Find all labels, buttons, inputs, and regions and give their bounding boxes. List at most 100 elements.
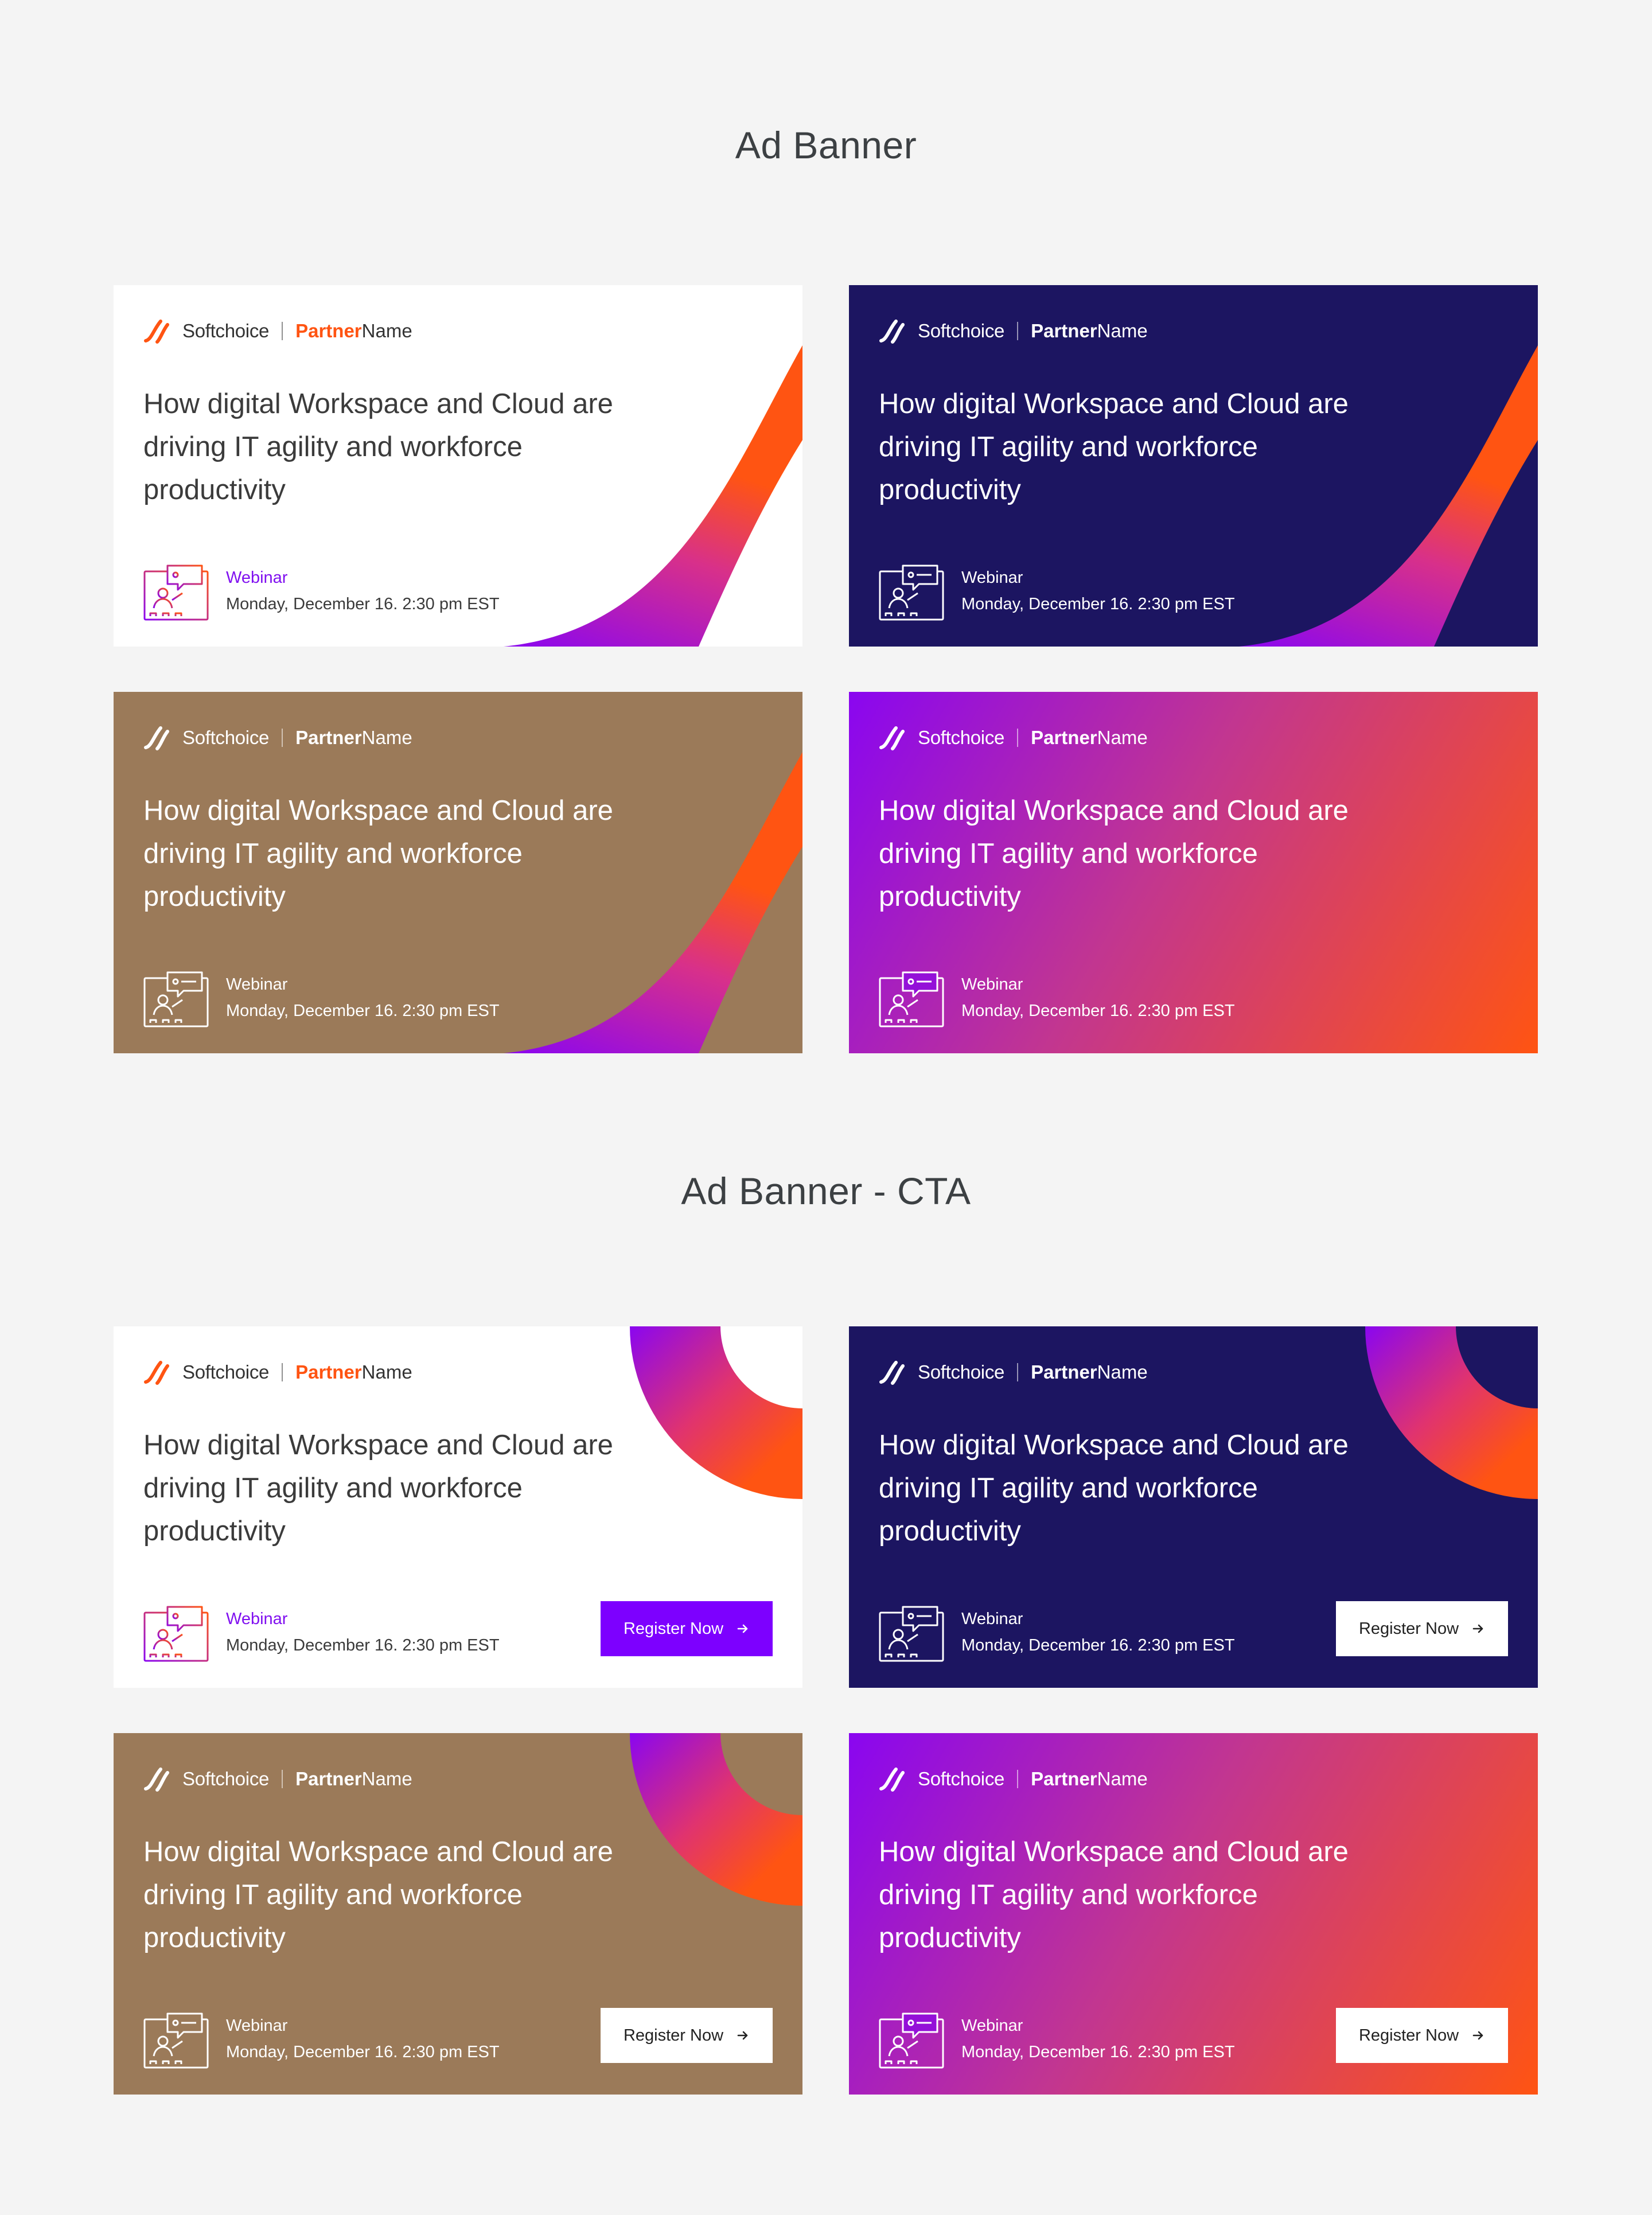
event-type-label: Webinar bbox=[961, 569, 1023, 587]
event-type-label: Webinar bbox=[226, 975, 288, 994]
ad-banner-white[interactable]: Softchoice PartnerName How digital Works… bbox=[114, 285, 802, 647]
softchoice-logo-text: Softchoice bbox=[918, 727, 1005, 748]
logo-divider bbox=[1017, 322, 1019, 340]
event-type-label: Webinar bbox=[961, 975, 1023, 994]
softchoice-logo-text: Softchoice bbox=[918, 1361, 1005, 1383]
logo-divider bbox=[282, 1770, 283, 1788]
partner-name-bold: Partner bbox=[295, 1768, 362, 1789]
partner-name-bold: Partner bbox=[295, 727, 362, 748]
section-title-ad-banner: Ad Banner bbox=[735, 124, 917, 166]
logo-divider bbox=[282, 729, 283, 747]
register-now-button[interactable]: Register Now bbox=[1336, 1601, 1508, 1656]
softchoice-logo-text: Softchoice bbox=[918, 1768, 1005, 1789]
event-date-label: Monday, December 16. 2:30 pm EST bbox=[961, 2043, 1235, 2061]
softchoice-swoosh-icon bbox=[879, 1361, 905, 1385]
section-title-ad-banner-cta: Ad Banner - CTA bbox=[681, 1170, 971, 1212]
ad-banner-navy[interactable]: Softchoice PartnerName How digital Works… bbox=[849, 285, 1538, 647]
partner-name-light: Name bbox=[361, 320, 412, 341]
event-date-label: Monday, December 16. 2:30 pm EST bbox=[226, 1636, 500, 1655]
banner-headline: How digital Workspace and Cloud are driv… bbox=[143, 1836, 613, 1953]
partner-name-light: Name bbox=[1097, 727, 1148, 748]
softchoice-logo-text: Softchoice bbox=[182, 727, 270, 748]
webinar-presenter-icon bbox=[879, 2012, 944, 2069]
register-now-label: Register Now bbox=[623, 2026, 724, 2045]
cta-banner-white[interactable]: Softchoice PartnerName How digital Works… bbox=[114, 1326, 802, 1688]
logo-divider bbox=[1017, 1363, 1019, 1381]
partner-name-light: Name bbox=[1097, 1768, 1148, 1789]
banner-headline: How digital Workspace and Cloud are driv… bbox=[879, 795, 1349, 912]
event-date-label: Monday, December 16. 2:30 pm EST bbox=[961, 1636, 1235, 1655]
softchoice-swoosh-icon bbox=[144, 1361, 169, 1385]
event-date-label: Monday, December 16. 2:30 pm EST bbox=[226, 595, 500, 613]
register-now-label: Register Now bbox=[623, 1619, 724, 1638]
partner-name-light: Name bbox=[1097, 320, 1148, 341]
brand-lockup: Softchoice PartnerName bbox=[143, 1356, 412, 1388]
register-now-label: Register Now bbox=[1358, 2026, 1459, 2045]
softchoice-swoosh-icon bbox=[144, 726, 169, 750]
logo-divider bbox=[1017, 1770, 1019, 1788]
register-now-label: Register Now bbox=[1358, 1619, 1459, 1638]
cta-banner-navy[interactable]: Softchoice PartnerName How digital Works… bbox=[849, 1326, 1538, 1688]
event-type-label: Webinar bbox=[961, 1610, 1023, 1628]
ad-banner-brown[interactable]: Softchoice PartnerName How digital Works… bbox=[114, 692, 802, 1053]
register-now-button[interactable]: Register Now bbox=[601, 1601, 773, 1656]
arrow-right-icon bbox=[1472, 2031, 1483, 2040]
banner-headline: How digital Workspace and Cloud are driv… bbox=[879, 1836, 1349, 1953]
event-type-label: Webinar bbox=[226, 1610, 288, 1628]
partner-name-bold: Partner bbox=[1031, 1361, 1097, 1383]
webinar-presenter-icon bbox=[143, 565, 209, 621]
brand-lockup: Softchoice PartnerName bbox=[143, 722, 412, 754]
partner-name-bold: Partner bbox=[1031, 727, 1097, 748]
banner-headline: How digital Workspace and Cloud are driv… bbox=[879, 1430, 1349, 1547]
partner-name-bold: Partner bbox=[1031, 1768, 1097, 1789]
webinar-presenter-icon bbox=[879, 971, 944, 1027]
arrow-right-icon bbox=[1472, 1624, 1483, 1633]
logo-divider bbox=[282, 1363, 283, 1381]
event-date-label: Monday, December 16. 2:30 pm EST bbox=[226, 1002, 500, 1020]
cta-banner-gradient[interactable]: Softchoice PartnerName How digital Works… bbox=[849, 1733, 1538, 2095]
event-type-label: Webinar bbox=[961, 2017, 1023, 2035]
banner-headline: How digital Workspace and Cloud are driv… bbox=[879, 388, 1349, 505]
webinar-presenter-icon bbox=[143, 2012, 209, 2069]
brand-lockup: Softchoice PartnerName bbox=[879, 1763, 1148, 1795]
partner-name-bold: Partner bbox=[295, 1361, 362, 1383]
event-date-label: Monday, December 16. 2:30 pm EST bbox=[226, 2043, 500, 2061]
logo-divider bbox=[282, 322, 283, 340]
event-type-label: Webinar bbox=[226, 2017, 288, 2035]
event-date-label: Monday, December 16. 2:30 pm EST bbox=[961, 595, 1235, 613]
webinar-presenter-icon bbox=[143, 1606, 209, 1662]
partner-name-light: Name bbox=[361, 1768, 412, 1789]
event-type-label: Webinar bbox=[226, 569, 288, 587]
webinar-presenter-icon bbox=[879, 565, 944, 621]
brand-lockup: Softchoice PartnerName bbox=[143, 315, 412, 347]
register-now-button[interactable]: Register Now bbox=[1336, 2008, 1508, 2063]
partner-name-light: Name bbox=[361, 1361, 412, 1383]
softchoice-logo-text: Softchoice bbox=[182, 320, 270, 341]
brand-lockup: Softchoice PartnerName bbox=[879, 722, 1148, 754]
webinar-presenter-icon bbox=[879, 1606, 944, 1662]
softchoice-swoosh-icon bbox=[879, 320, 905, 344]
logo-divider bbox=[1017, 729, 1019, 747]
event-date-label: Monday, December 16. 2:30 pm EST bbox=[961, 1002, 1235, 1020]
banner-headline: How digital Workspace and Cloud are driv… bbox=[143, 795, 613, 912]
partner-name-light: Name bbox=[1097, 1361, 1148, 1383]
register-now-button[interactable]: Register Now bbox=[601, 2008, 773, 2063]
arrow-right-icon bbox=[737, 2031, 748, 2040]
brand-lockup: Softchoice PartnerName bbox=[879, 1356, 1148, 1388]
softchoice-swoosh-icon bbox=[879, 1768, 905, 1792]
partner-name-bold: Partner bbox=[1031, 320, 1097, 341]
softchoice-swoosh-icon bbox=[144, 320, 169, 344]
softchoice-logo-text: Softchoice bbox=[182, 1768, 270, 1789]
softchoice-swoosh-icon bbox=[879, 726, 905, 750]
partner-name-light: Name bbox=[361, 727, 412, 748]
softchoice-logo-text: Softchoice bbox=[918, 320, 1005, 341]
banner-headline: How digital Workspace and Cloud are driv… bbox=[143, 1430, 613, 1547]
partner-name-bold: Partner bbox=[295, 320, 362, 341]
ad-banner-gradient[interactable]: Softchoice PartnerName How digital Works… bbox=[849, 692, 1538, 1053]
webinar-presenter-icon bbox=[143, 971, 209, 1027]
arrow-right-icon bbox=[737, 1624, 748, 1633]
softchoice-logo-text: Softchoice bbox=[182, 1361, 270, 1383]
softchoice-swoosh-icon bbox=[144, 1768, 169, 1792]
brand-lockup: Softchoice PartnerName bbox=[879, 315, 1148, 347]
cta-banner-brown[interactable]: Softchoice PartnerName How digital Works… bbox=[114, 1733, 802, 2095]
